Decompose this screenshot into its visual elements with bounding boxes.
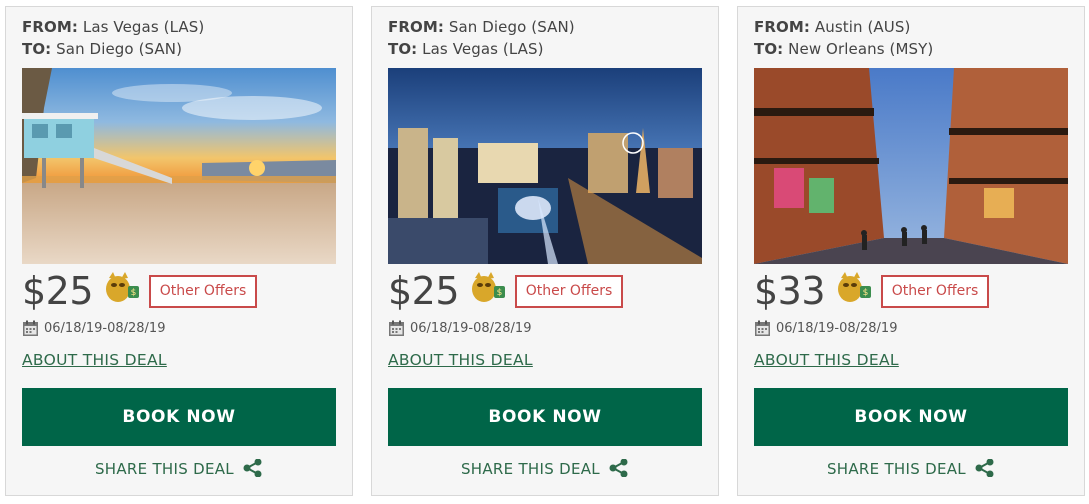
share-deal-link[interactable]: SHARE THIS DEAL	[738, 459, 1084, 478]
to-label: TO:	[754, 40, 784, 58]
route-from: FROM: Las Vegas (LAS)	[22, 18, 204, 36]
share-label: SHARE THIS DEAL	[460, 460, 600, 478]
deal-dates: 06/18/19-08/28/19	[754, 320, 897, 337]
mascot-icon: $	[470, 271, 506, 305]
route-from: FROM: Austin (AUS)	[754, 18, 910, 36]
from-city: Austin (AUS)	[814, 18, 911, 36]
share-deal-link[interactable]: SHARE THIS DEAL	[372, 459, 718, 478]
destination-photo[interactable]	[22, 68, 336, 264]
to-city: San Diego (SAN)	[56, 40, 183, 58]
other-offers-button[interactable]: Other Offers	[515, 275, 623, 308]
share-deal-link[interactable]: SHARE THIS DEAL	[6, 459, 352, 478]
deal-card: FROM: Las Vegas (LAS) TO: San Diego (SAN…	[5, 6, 353, 496]
book-now-button[interactable]: BOOK NOW	[388, 388, 702, 446]
share-label: SHARE THIS DEAL	[826, 460, 966, 478]
calendar-icon	[389, 320, 404, 336]
route-to: TO: New Orleans (MSY)	[754, 40, 933, 58]
deal-cards: FROM: Las Vegas (LAS) TO: San Diego (SAN…	[0, 0, 1089, 504]
book-now-button[interactable]: BOOK NOW	[22, 388, 336, 446]
price: $25	[388, 269, 460, 313]
calendar-icon	[23, 320, 38, 336]
deal-dates: 06/18/19-08/28/19	[22, 320, 165, 337]
from-label: FROM:	[754, 18, 810, 36]
about-deal-link[interactable]: ABOUT THIS DEAL	[388, 351, 533, 369]
calendar-icon	[755, 320, 770, 336]
date-range: 06/18/19-08/28/19	[410, 321, 532, 336]
share-icon	[975, 459, 994, 477]
mascot-icon: $	[836, 271, 872, 305]
share-label: SHARE THIS DEAL	[94, 460, 234, 478]
deal-card: FROM: San Diego (SAN) TO: Las Vegas (LAS…	[371, 6, 719, 496]
share-icon	[243, 459, 262, 477]
date-range: 06/18/19-08/28/19	[44, 321, 166, 336]
route-to: TO: Las Vegas (LAS)	[388, 40, 544, 58]
deal-dates: 06/18/19-08/28/19	[388, 320, 531, 337]
from-city: San Diego (SAN)	[448, 18, 575, 36]
book-now-button[interactable]: BOOK NOW	[754, 388, 1068, 446]
to-label: TO:	[22, 40, 52, 58]
mascot-icon: $	[104, 271, 140, 305]
price: $33	[754, 269, 826, 313]
deal-card: FROM: Austin (AUS) TO: New Orleans (MSY)	[737, 6, 1085, 496]
about-deal-link[interactable]: ABOUT THIS DEAL	[754, 351, 899, 369]
to-city: Las Vegas (LAS)	[422, 40, 544, 58]
other-offers-button[interactable]: Other Offers	[881, 275, 989, 308]
date-range: 06/18/19-08/28/19	[776, 321, 898, 336]
destination-photo[interactable]	[388, 68, 702, 264]
svg-text:$: $	[497, 288, 503, 298]
from-city: Las Vegas (LAS)	[82, 18, 205, 36]
route-from: FROM: San Diego (SAN)	[388, 18, 575, 36]
svg-text:$: $	[131, 288, 137, 298]
other-offers-button[interactable]: Other Offers	[149, 275, 257, 308]
svg-text:$: $	[863, 288, 869, 298]
route-to: TO: San Diego (SAN)	[22, 40, 182, 58]
about-deal-link[interactable]: ABOUT THIS DEAL	[22, 351, 167, 369]
to-city: New Orleans (MSY)	[788, 40, 934, 58]
destination-photo[interactable]	[754, 68, 1068, 264]
to-label: TO:	[388, 40, 418, 58]
from-label: FROM:	[22, 18, 78, 36]
share-icon	[609, 459, 628, 477]
price: $25	[22, 269, 94, 313]
from-label: FROM:	[388, 18, 444, 36]
